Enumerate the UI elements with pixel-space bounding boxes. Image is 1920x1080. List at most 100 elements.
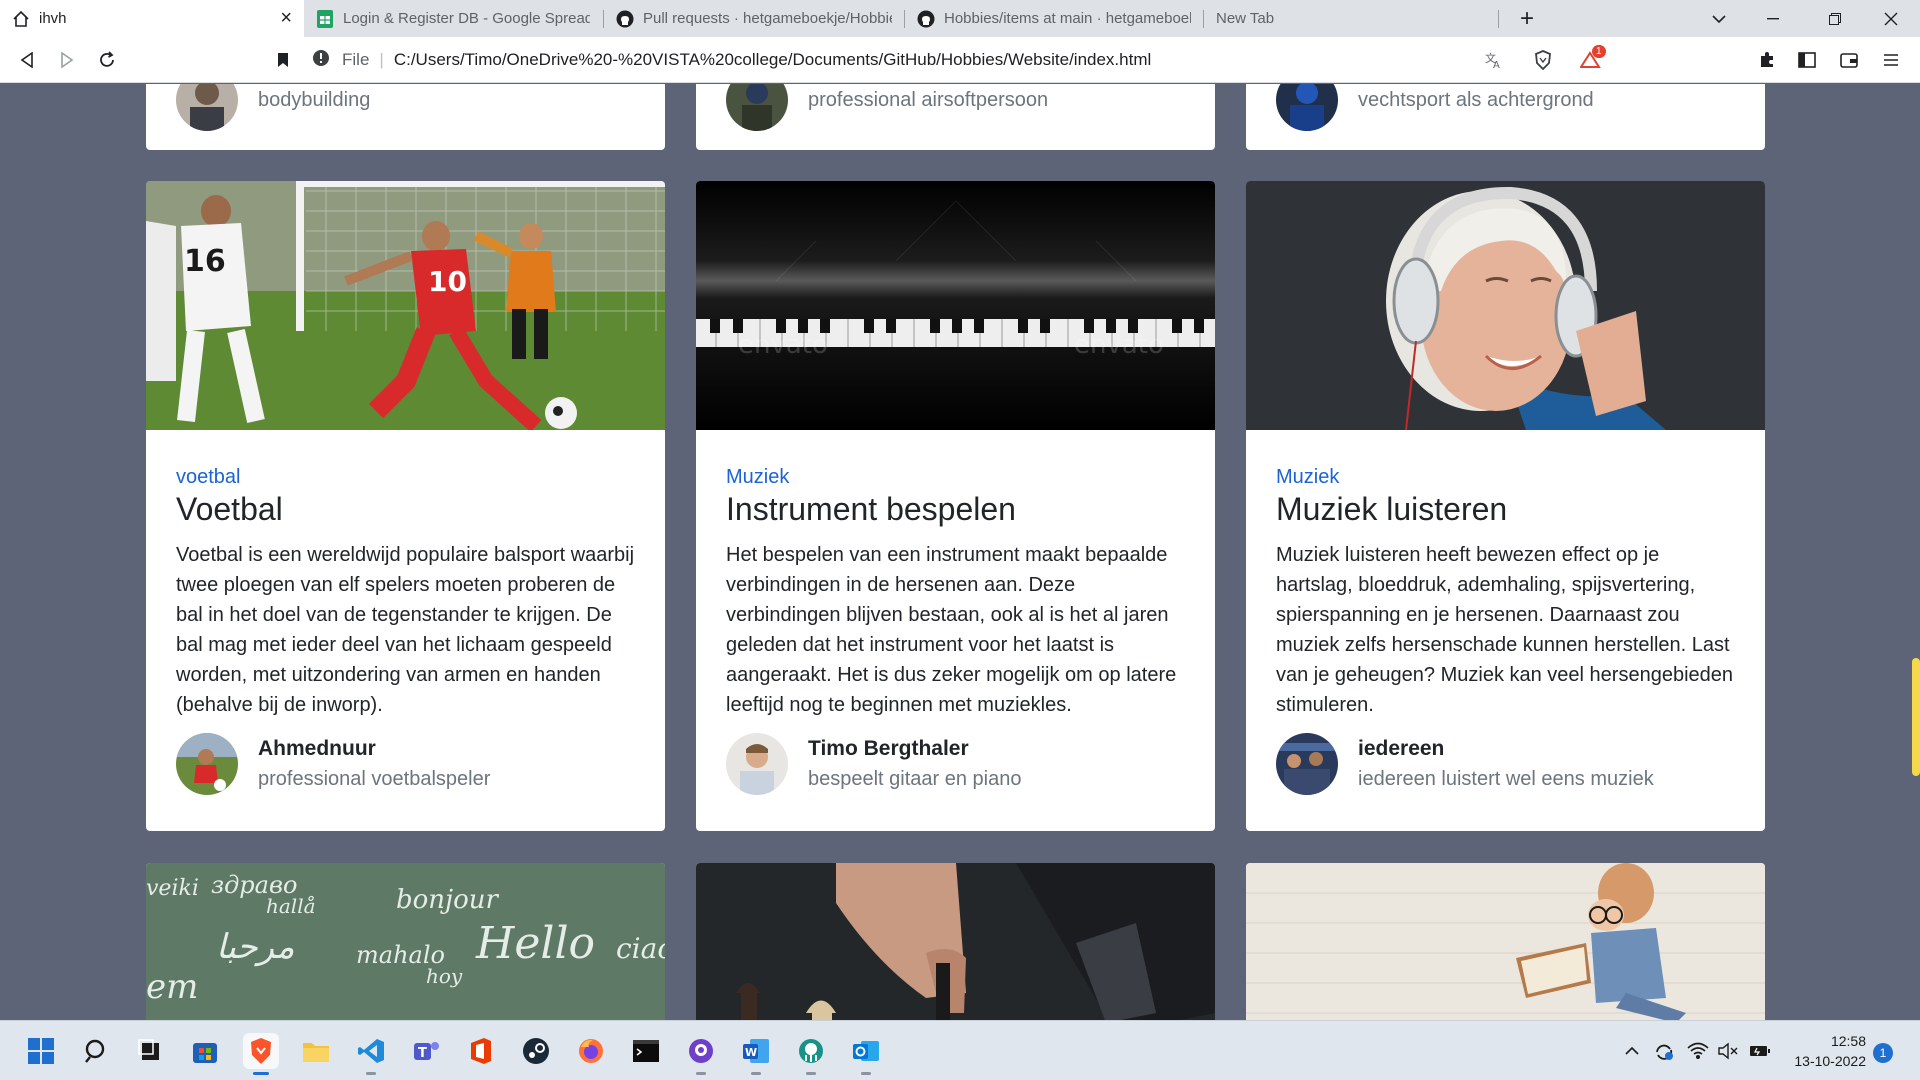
address-bar[interactable]: File | C:/Users/Timo/OneDrive%20-%20VIST… bbox=[312, 46, 1492, 74]
browser-toolbar: File | C:/Users/Timo/OneDrive%20-%20VIST… bbox=[0, 37, 1920, 83]
card-author: professional airsoftpersoon bbox=[726, 84, 1048, 131]
active-indicator bbox=[253, 1072, 269, 1075]
running-indicator bbox=[861, 1072, 871, 1075]
headphones-woman-image bbox=[1246, 181, 1765, 430]
svg-text:em: em bbox=[146, 967, 198, 1007]
file-scheme-label: File bbox=[342, 50, 370, 69]
svg-text:hallå: hallå bbox=[266, 894, 316, 918]
tab-label: Login & Register DB - Google Spreads bbox=[343, 10, 590, 27]
github-desktop-icon[interactable] bbox=[683, 1033, 719, 1075]
file-explorer-icon[interactable] bbox=[298, 1033, 334, 1069]
github-icon bbox=[616, 10, 634, 28]
clock-time: 12:58 bbox=[1830, 1033, 1866, 1049]
taskbar-clock[interactable]: 12:58 13-10-2022 bbox=[1786, 1031, 1866, 1071]
gitkraken-icon[interactable] bbox=[793, 1033, 829, 1075]
hobby-card-lezen bbox=[1246, 863, 1765, 1020]
card-body: voetbal Voetbal Voetbal is een wereldwij… bbox=[146, 430, 665, 720]
sidebar-icon[interactable] bbox=[1796, 49, 1818, 71]
tab-pull-requests[interactable]: Pull requests · hetgameboekje/Hobbie bbox=[604, 0, 904, 37]
menu-icon[interactable] bbox=[1880, 49, 1902, 71]
brave-shield-icon[interactable] bbox=[1532, 49, 1554, 71]
brave-rewards-icon[interactable]: 1 bbox=[1574, 45, 1608, 71]
avatar bbox=[726, 733, 788, 795]
svg-text:W: W bbox=[745, 1046, 757, 1059]
microsoft-store-icon[interactable] bbox=[187, 1033, 223, 1069]
svg-text:bonjour: bonjour bbox=[396, 885, 500, 915]
tab-label: New Tab bbox=[1216, 10, 1275, 27]
word-icon[interactable]: W bbox=[738, 1033, 774, 1075]
tab-search-chevron-icon[interactable] bbox=[1704, 0, 1734, 37]
info-icon[interactable] bbox=[312, 49, 330, 72]
clock-date: 13-10-2022 bbox=[1794, 1053, 1866, 1069]
card-category[interactable]: Muziek bbox=[1276, 466, 1735, 489]
image-watermark: envato bbox=[738, 330, 828, 360]
card-body: Muziek Instrument bespelen Het bespelen … bbox=[696, 430, 1215, 720]
author-role: professional voetbalspeler bbox=[258, 768, 491, 790]
wallet-icon[interactable] bbox=[1838, 49, 1860, 71]
tab-label: Hobbies/items at main · hetgameboek bbox=[944, 10, 1191, 27]
battery-icon[interactable] bbox=[1748, 1039, 1772, 1063]
close-window-icon[interactable] bbox=[1876, 0, 1906, 37]
svg-text:hoy: hoy bbox=[426, 964, 463, 988]
brave-browser-icon[interactable] bbox=[243, 1033, 279, 1075]
avatar bbox=[176, 733, 238, 795]
card-description: Muziek luisteren heeft bewezen effect op… bbox=[1276, 544, 1734, 716]
author-role: vechtsport als achtergrond bbox=[1358, 89, 1594, 111]
steam-icon[interactable] bbox=[518, 1033, 554, 1069]
back-icon[interactable] bbox=[16, 49, 38, 71]
tab-ihvh[interactable]: ihvh × bbox=[0, 0, 304, 37]
vscode-icon[interactable] bbox=[353, 1033, 389, 1075]
svg-text:Hello: Hello bbox=[475, 918, 595, 969]
task-view-icon[interactable] bbox=[132, 1033, 168, 1069]
tab-items[interactable]: Hobbies/items at main · hetgameboek bbox=[905, 0, 1203, 37]
forward-icon[interactable] bbox=[56, 49, 78, 71]
svg-text:10: 10 bbox=[428, 265, 467, 298]
new-tab-button[interactable]: + bbox=[1512, 0, 1542, 37]
page-scrollbar-thumb[interactable] bbox=[1912, 658, 1920, 776]
reload-icon[interactable] bbox=[96, 49, 118, 71]
author-name: iedereen bbox=[1358, 737, 1445, 760]
card-author: iedereen iedereen luistert wel eens muzi… bbox=[1276, 733, 1654, 795]
card-category[interactable]: voetbal bbox=[176, 466, 635, 489]
card-title: Instrument bespelen bbox=[726, 491, 1016, 527]
running-indicator bbox=[751, 1072, 761, 1075]
card-category[interactable]: Muziek bbox=[726, 466, 1185, 489]
running-indicator bbox=[366, 1072, 376, 1075]
author-name: Timo Bergthaler bbox=[808, 737, 969, 760]
image-watermark: envato bbox=[1074, 330, 1164, 360]
firefox-icon[interactable] bbox=[573, 1033, 609, 1069]
office-icon[interactable] bbox=[463, 1033, 499, 1069]
hobby-card-talen: veiki здраво hallå bonjour Hello مرحبا m… bbox=[146, 863, 665, 1020]
card-description: Voetbal is een wereldwijd populaire bals… bbox=[176, 544, 635, 716]
home-icon bbox=[12, 10, 30, 28]
svg-text:مرحبا: مرحبا bbox=[216, 927, 295, 967]
author-name: Ahmednuur bbox=[258, 737, 376, 760]
wifi-icon[interactable] bbox=[1686, 1039, 1710, 1063]
tab-spreadsheet[interactable]: Login & Register DB - Google Spreads bbox=[304, 0, 602, 37]
search-icon[interactable] bbox=[78, 1033, 114, 1069]
bookmark-icon[interactable] bbox=[272, 49, 294, 71]
tab-label: ihvh bbox=[39, 10, 67, 27]
close-tab-icon[interactable]: × bbox=[280, 7, 292, 30]
github-icon bbox=[917, 10, 935, 28]
card-author: Timo Bergthaler bespeelt gitaar en piano bbox=[726, 733, 1022, 795]
url-text[interactable]: C:/Users/Timo/OneDrive%20-%20VISTA%20col… bbox=[394, 50, 1151, 70]
page-content: bodybuilding professional airsoftpersoon… bbox=[0, 84, 1920, 1020]
chevron-up-icon[interactable] bbox=[1620, 1039, 1644, 1063]
translate-icon[interactable]: 文A bbox=[1482, 49, 1504, 71]
avatar bbox=[1276, 84, 1338, 131]
svg-text:veiki: veiki bbox=[146, 876, 199, 901]
author-role: bespeelt gitaar en piano bbox=[808, 768, 1022, 790]
terminal-icon[interactable] bbox=[628, 1033, 664, 1069]
restore-icon[interactable] bbox=[1820, 0, 1850, 37]
minimize-icon[interactable] bbox=[1758, 0, 1788, 37]
notification-badge[interactable]: 1 bbox=[1873, 1043, 1893, 1063]
extensions-icon[interactable] bbox=[1756, 49, 1778, 71]
outlook-icon[interactable] bbox=[848, 1033, 884, 1075]
tab-new-tab[interactable]: New Tab bbox=[1204, 0, 1498, 37]
teams-icon[interactable]: T bbox=[408, 1033, 444, 1069]
volume-muted-icon[interactable] bbox=[1716, 1039, 1740, 1063]
card-author: Ahmednuur professional voetbalspeler bbox=[176, 733, 490, 795]
windows-start-icon[interactable] bbox=[23, 1033, 59, 1069]
onedrive-sync-icon[interactable] bbox=[1652, 1039, 1676, 1063]
